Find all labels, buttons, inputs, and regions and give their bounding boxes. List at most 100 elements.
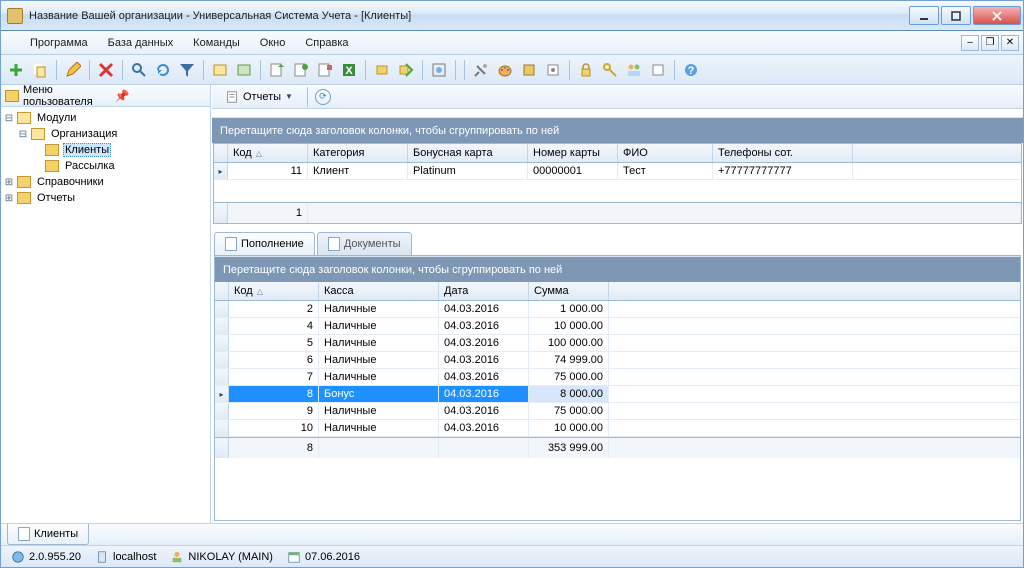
add-icon[interactable] xyxy=(5,59,27,81)
topup-row[interactable]: 2Наличные04.03.20161 000.00 xyxy=(215,301,1020,318)
group-drop-zone-detail[interactable]: Перетащите сюда заголовок колонки, чтобы… xyxy=(215,256,1020,282)
footer-count: 1 xyxy=(228,203,308,223)
server-icon xyxy=(95,550,109,564)
pin-icon[interactable]: 📌 xyxy=(115,89,207,103)
col-card-number[interactable]: Номер карты xyxy=(528,144,618,162)
col-code[interactable]: Код△ xyxy=(229,282,319,300)
cell-date: 04.03.2016 xyxy=(439,369,529,385)
col-kassa[interactable]: Касса xyxy=(319,282,439,300)
help-icon[interactable]: ? xyxy=(680,59,702,81)
tree-node-mailing[interactable]: Рассылка xyxy=(3,158,208,174)
group-drop-zone-top[interactable]: Перетащите сюда заголовок колонки, чтобы… xyxy=(212,117,1023,143)
topup-row[interactable]: 4Наличные04.03.201610 000.00 xyxy=(215,318,1020,335)
cell-date: 04.03.2016 xyxy=(439,318,529,334)
menu-program[interactable]: Программа xyxy=(21,34,97,52)
col-date[interactable]: Дата xyxy=(439,282,529,300)
col-code[interactable]: Код△ xyxy=(228,144,308,162)
maximize-button[interactable] xyxy=(941,6,971,25)
detail-tabs: Пополнение Документы xyxy=(214,232,1021,255)
document-icon xyxy=(328,237,340,251)
cell-sum: 75 000.00 xyxy=(529,369,609,385)
tree-node-directories[interactable]: ⊞ Справочники xyxy=(3,174,208,190)
menu-help[interactable]: Справка xyxy=(296,34,357,52)
cell-card-number: 00000001 xyxy=(528,163,618,179)
topup-row[interactable]: 9Наличные04.03.201675 000.00 xyxy=(215,403,1020,420)
row-indicator-icon: ▸ xyxy=(214,163,228,179)
export-c-icon[interactable] xyxy=(314,59,336,81)
key-icon[interactable] xyxy=(599,59,621,81)
tool-f-icon[interactable] xyxy=(428,59,450,81)
collapse-icon[interactable]: ⊟ xyxy=(3,112,15,124)
col-fio[interactable]: ФИО xyxy=(618,144,713,162)
col-category[interactable]: Категория xyxy=(308,144,408,162)
collapse-icon[interactable]: ⊟ xyxy=(17,128,29,140)
topup-row[interactable]: 7Наличные04.03.201675 000.00 xyxy=(215,369,1020,386)
mdi-restore-button[interactable]: ❐ xyxy=(981,35,999,51)
document-icon xyxy=(18,527,30,541)
cell-date: 04.03.2016 xyxy=(439,386,529,402)
tree-node-reports[interactable]: ⊞ Отчеты xyxy=(3,190,208,206)
col-bonus-card[interactable]: Бонусная карта xyxy=(408,144,528,162)
topup-row[interactable]: 5Наличные04.03.2016100 000.00 xyxy=(215,335,1020,352)
tool-b-icon[interactable] xyxy=(233,59,255,81)
menu-window[interactable]: Окно xyxy=(251,34,295,52)
tree-node-modules[interactable]: ⊟ Модули xyxy=(3,110,208,126)
folder-icon xyxy=(45,160,59,172)
settings-icon[interactable] xyxy=(470,59,492,81)
folder-icon xyxy=(17,192,31,204)
filter-icon[interactable] xyxy=(176,59,198,81)
cell-sum: 10 000.00 xyxy=(529,420,609,436)
delete-icon[interactable] xyxy=(95,59,117,81)
col-sum[interactable]: Сумма xyxy=(529,282,609,300)
window-tab-clients[interactable]: Клиенты xyxy=(7,524,89,545)
mdi-close-button[interactable]: ✕ xyxy=(1001,35,1019,51)
palette-icon[interactable] xyxy=(494,59,516,81)
menu-database[interactable]: База данных xyxy=(99,34,183,52)
edit-icon[interactable] xyxy=(62,59,84,81)
tab-topup[interactable]: Пополнение xyxy=(214,232,315,255)
export-b-icon[interactable] xyxy=(290,59,312,81)
expand-icon[interactable]: ⊞ xyxy=(3,176,15,188)
menubar: Программа База данных Команды Окно Справ… xyxy=(1,31,1023,55)
cell-sum: 8 000.00 xyxy=(529,386,609,402)
tool-d-icon[interactable] xyxy=(371,59,393,81)
user-icon xyxy=(170,550,184,564)
menu-commands[interactable]: Команды xyxy=(184,34,249,52)
cell-fio: Тест xyxy=(618,163,713,179)
export-a-icon[interactable] xyxy=(266,59,288,81)
row-indicator-icon xyxy=(215,335,229,351)
mdi-minimize-button[interactable]: ‒ xyxy=(961,35,979,51)
expand-icon[interactable]: ⊞ xyxy=(3,192,15,204)
cell-code: 10 xyxy=(229,420,319,436)
col-phone[interactable]: Телефоны сот. xyxy=(713,144,853,162)
cell-kassa: Бонус xyxy=(319,386,439,402)
tool-a-icon[interactable] xyxy=(209,59,231,81)
status-date: 07.06.2016 xyxy=(283,550,364,564)
lock-icon[interactable] xyxy=(575,59,597,81)
users-icon[interactable] xyxy=(623,59,645,81)
tool-g-icon[interactable] xyxy=(518,59,540,81)
clock-icon[interactable]: ⟳ xyxy=(315,89,331,105)
tab-documents[interactable]: Документы xyxy=(317,232,412,255)
sort-asc-icon: △ xyxy=(256,149,262,158)
cell-sum: 100 000.00 xyxy=(529,335,609,351)
search-icon[interactable] xyxy=(128,59,150,81)
tree-node-organization[interactable]: ⊟ Организация xyxy=(3,126,208,142)
tree-node-clients[interactable]: Клиенты xyxy=(3,142,208,158)
refresh-icon[interactable] xyxy=(152,59,174,81)
tool-h-icon[interactable] xyxy=(542,59,564,81)
topup-row[interactable]: ▸8Бонус04.03.20168 000.00 xyxy=(215,386,1020,403)
tool-i-icon[interactable] xyxy=(647,59,669,81)
export-excel-icon[interactable]: X xyxy=(338,59,360,81)
close-button[interactable] xyxy=(973,6,1021,25)
copy-icon[interactable] xyxy=(29,59,51,81)
cell-kassa: Наличные xyxy=(319,352,439,368)
clients-row[interactable]: ▸ 11 Клиент Platinum 00000001 Тест +7777… xyxy=(214,163,1021,180)
topup-row[interactable]: 10Наличные04.03.201610 000.00 xyxy=(215,420,1020,437)
menu-app-icon xyxy=(5,36,19,50)
topup-row[interactable]: 6Наличные04.03.201674 999.00 xyxy=(215,352,1020,369)
reports-toolbar: Отчеты ▼ ⟳ xyxy=(212,85,1023,109)
reports-dropdown[interactable]: Отчеты ▼ xyxy=(218,87,300,107)
tool-e-icon[interactable] xyxy=(395,59,417,81)
minimize-button[interactable] xyxy=(909,6,939,25)
